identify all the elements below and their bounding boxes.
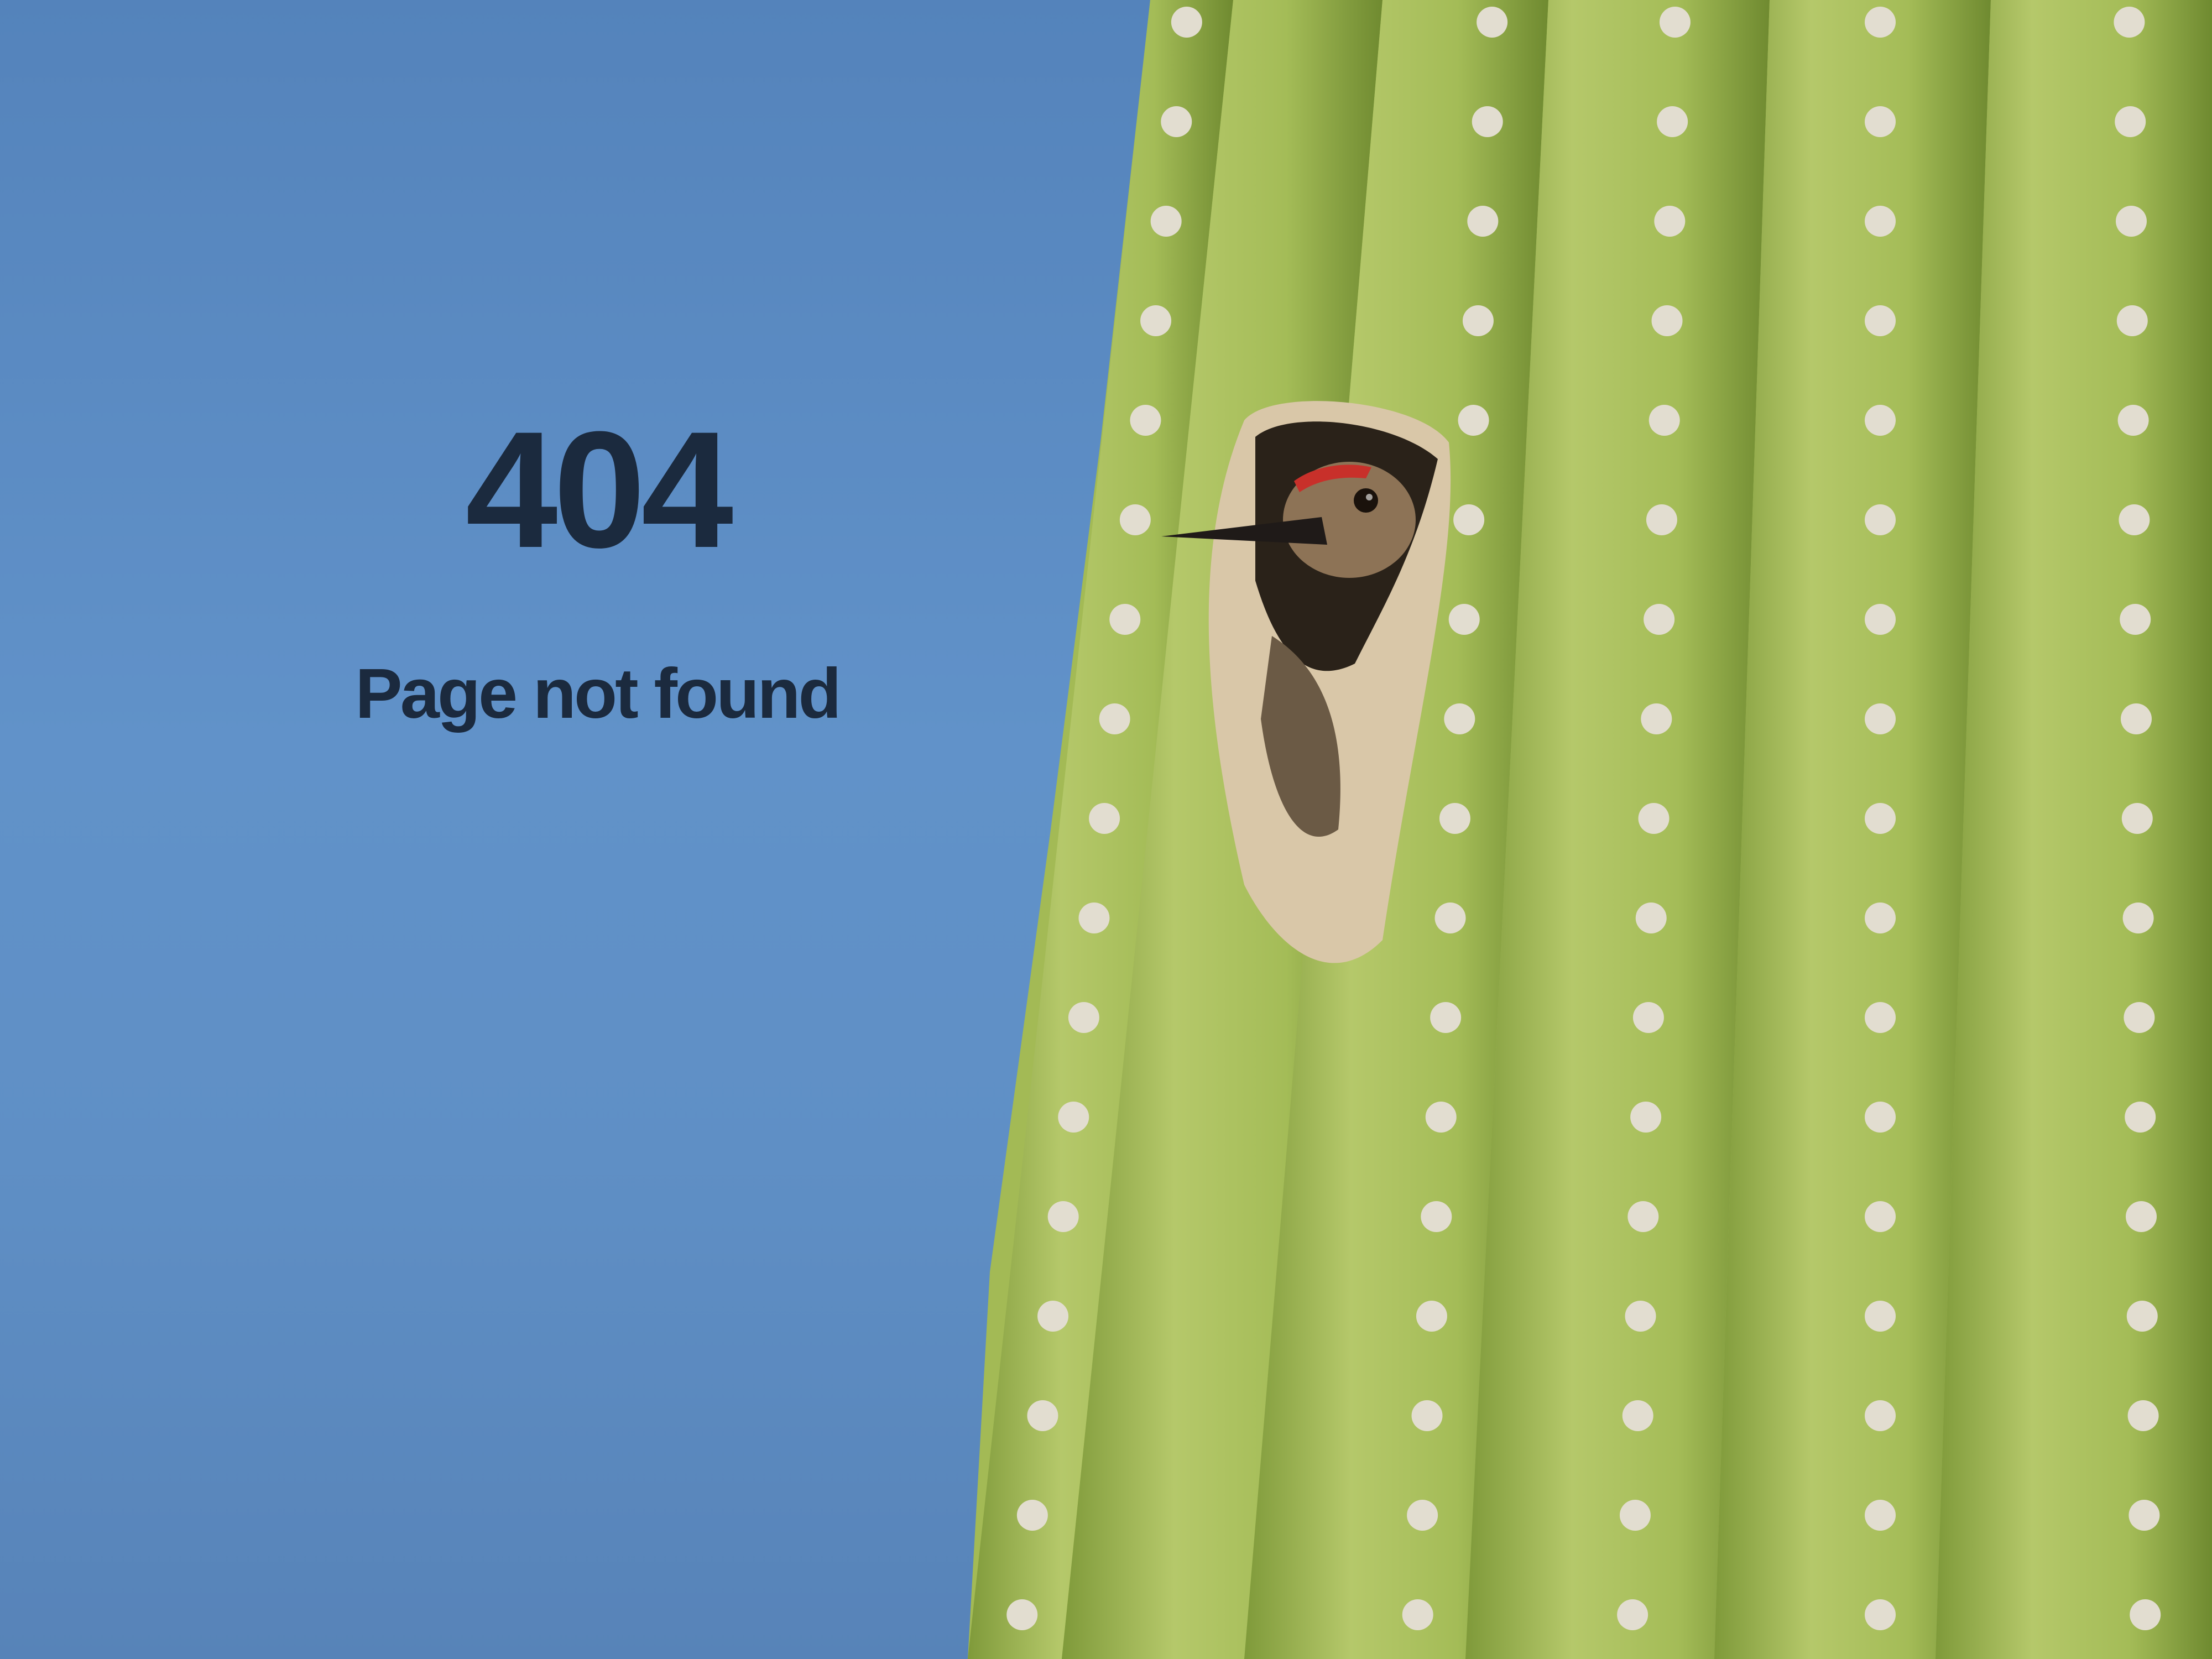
cactus-areole [1416,1301,1447,1332]
cactus-areole [1865,206,1896,237]
cactus-areole [1635,902,1667,933]
cactus-areole [1617,1599,1648,1630]
cactus-areole [1630,1102,1662,1133]
error-code: 404 [465,397,734,582]
cactus-areole [2115,106,2146,137]
cactus-areole [1402,1599,1433,1630]
cactus-areole [1037,1301,1069,1332]
cactus-areole [1068,1002,1099,1033]
cactus-areole [1058,1102,1089,1133]
cactus-areole [1140,305,1172,336]
cactus-areole [1109,604,1141,635]
cactus-areole [1657,106,1688,137]
cactus-areole [1119,504,1151,535]
cactus-areole [2122,902,2154,933]
cactus-areole [1865,1400,1896,1431]
cactus-areole [1865,305,1896,336]
cactus-areole [1130,405,1161,436]
cactus-areole [1865,1201,1896,1232]
cactus-areole [1646,504,1677,535]
cactus-areole [1619,1500,1651,1531]
cactus-areole [1644,604,1675,635]
cactus-areole [2121,803,2153,834]
cactus-areole [2126,1301,2158,1332]
cactus-areole [1654,206,1686,237]
cactus-areole [1865,7,1896,38]
cactus-areole [1632,1002,1664,1033]
cactus-areole [1430,1002,1462,1033]
cactus-areole [1444,703,1475,734]
cactus-areole [1865,106,1896,137]
cactus-areole [1627,1201,1659,1232]
cactus-areole [2128,1500,2160,1531]
cactus-areole [1047,1201,1079,1232]
cactus-areole [1865,1599,1896,1630]
cactus-areole [1016,1500,1048,1531]
cactus-areole [1453,504,1485,535]
cactus-areole [2127,1400,2159,1431]
cactus-areole [1865,703,1896,734]
cactus-areole [1099,703,1130,734]
cactus-areole [1448,604,1480,635]
cactus-areole [1089,803,1120,834]
cactus-photo-background [968,0,2212,1659]
cactus-areole [2121,703,2152,734]
cactus-areole [1458,405,1489,436]
error-message: Page not found [355,654,841,733]
cactus-areole [2126,1201,2157,1232]
cactus-areole [1434,902,1466,933]
cactus-areole [1865,803,1896,834]
cactus-areole [2117,405,2149,436]
cactus-areole [1641,703,1672,734]
cactus-areole [1638,803,1670,834]
cactus-areole [1467,206,1499,237]
saguaro-cactus [968,0,2212,1659]
cactus-areole [1411,1400,1443,1431]
cactus-areole [1150,206,1182,237]
cactus-areole [1161,106,1192,137]
cactus-areole [1625,1301,1656,1332]
cactus-areole [1421,1201,1452,1232]
cactus-areole [2130,1599,2161,1630]
cactus-areole [1439,803,1470,834]
cactus-areole [2120,604,2151,635]
cactus-areole [1622,1400,1653,1431]
cactus-areole [1865,604,1896,635]
cactus-areole [1171,7,1202,38]
cactus-areole [1477,7,1508,38]
cactus-areole [2125,1102,2156,1133]
cactus-areole [1659,7,1691,38]
cactus-areole [1865,1500,1896,1531]
cactus-areole [1648,405,1680,436]
cactus-areole [2119,504,2150,535]
cactus-areole [2116,206,2147,237]
cactus-areole [1425,1102,1457,1133]
cactus-areole [1078,902,1110,933]
cactus-areole [1865,1301,1896,1332]
cactus-areole [1651,305,1683,336]
cactus-areole [1462,305,1494,336]
cactus-areole [2124,1002,2155,1033]
cactus-areole [1865,1102,1896,1133]
cactus-areole [1865,504,1896,535]
cactus-areole [1865,1002,1896,1033]
cactus-areole [1472,106,1503,137]
cactus-areole [1865,902,1896,933]
cactus-areole [1407,1500,1438,1531]
cactus-areole [2114,7,2145,38]
cactus-areole [1027,1400,1058,1431]
cactus-areole [1865,405,1896,436]
cactus-areole [2116,305,2148,336]
cactus-areole [1006,1599,1038,1630]
